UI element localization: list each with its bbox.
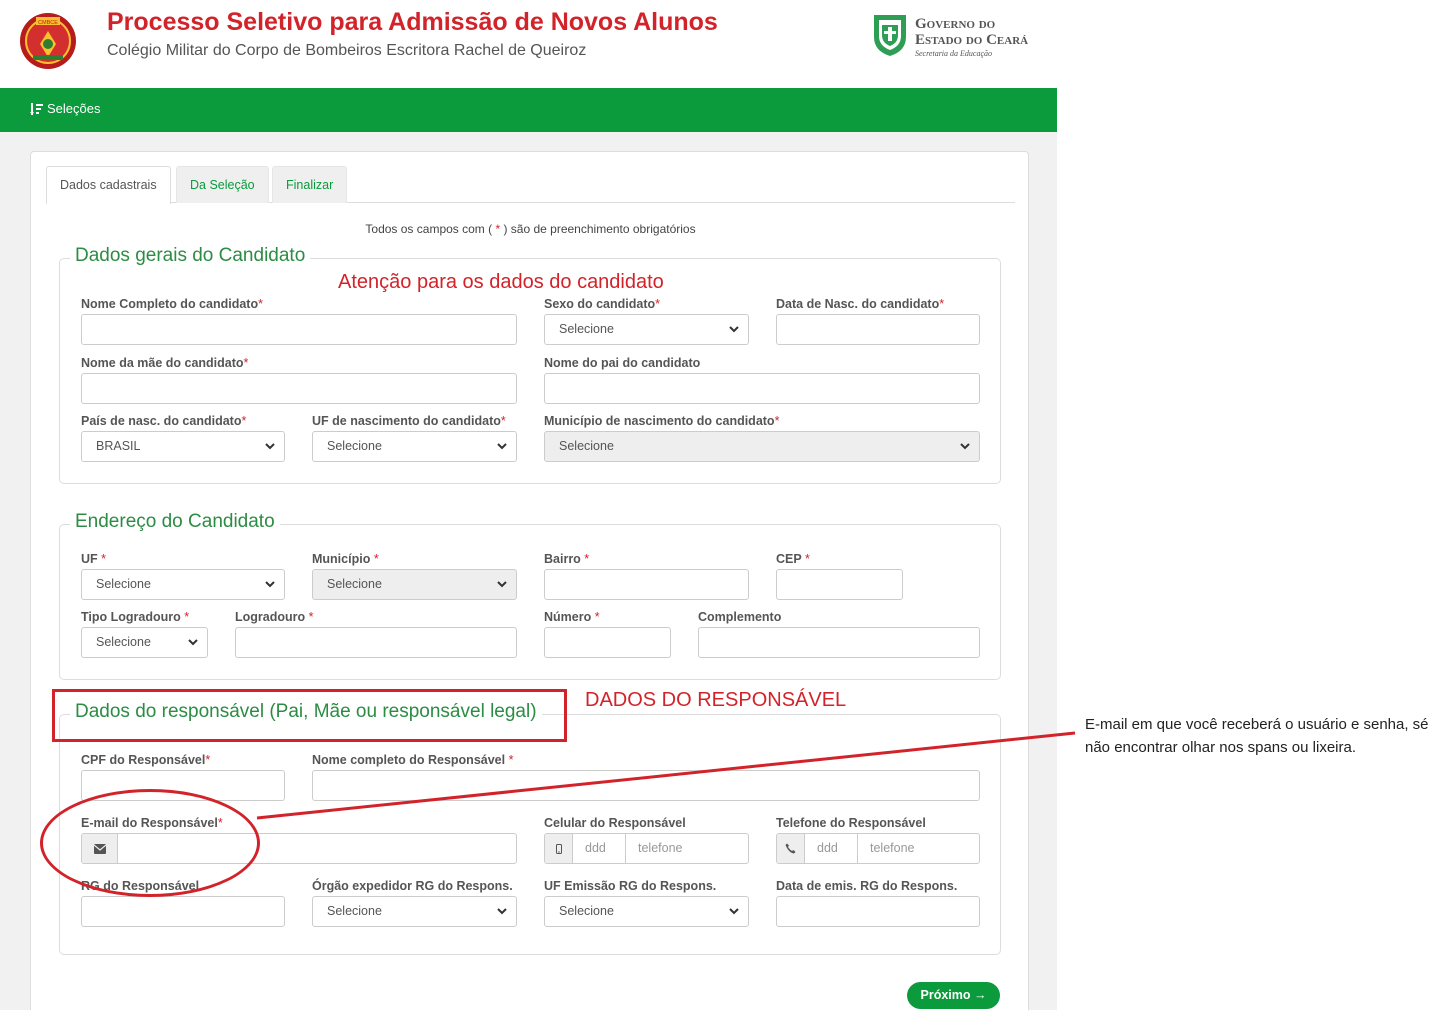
annotation-highlight-box xyxy=(52,689,567,742)
field-sexo-candidato: Sexo do candidato* Selecione xyxy=(544,297,749,345)
chevron-down-icon xyxy=(188,639,198,646)
municipio-endereco-select[interactable]: Selecione xyxy=(312,569,517,600)
pais-nasc-select[interactable]: BRASIL xyxy=(81,431,285,462)
field-complemento: Complemento xyxy=(698,610,980,658)
field-telefone-responsavel: Telefone do Responsável ddd telefone xyxy=(776,816,980,864)
telefone-ddd[interactable]: ddd xyxy=(805,834,858,863)
field-nome-pai: Nome do pai do candidato xyxy=(544,356,980,404)
field-municipio-nasc: Município de nascimento do candidato* Se… xyxy=(544,414,980,462)
uf-endereco-select[interactable]: Selecione xyxy=(81,569,285,600)
annotation-dados-responsavel: DADOS DO RESPONSÁVEL xyxy=(585,689,847,711)
navbar: Seleções xyxy=(0,88,1057,132)
phone-icon xyxy=(785,843,796,854)
tab-da-selecao[interactable]: Da Seleção xyxy=(176,166,269,203)
annotation-atencao: Atenção para os dados do candidato xyxy=(338,271,664,293)
government-seal-icon xyxy=(874,15,906,56)
celular-ddd[interactable]: ddd xyxy=(573,834,626,863)
bairro-input[interactable] xyxy=(544,569,749,600)
chevron-down-icon xyxy=(497,908,507,915)
field-nasc-candidato: Data de Nasc. do candidato* xyxy=(776,297,980,345)
complemento-input[interactable] xyxy=(698,627,980,658)
tab-finalizar[interactable]: Finalizar xyxy=(272,166,348,203)
sexo-candidato-select[interactable]: Selecione xyxy=(544,314,749,345)
tab-bar: Dados cadastrais Da Seleção Finalizar xyxy=(46,166,1015,204)
data-rg-input[interactable] xyxy=(776,896,980,927)
nav-selecoes[interactable]: Seleções xyxy=(30,101,100,116)
nome-mae-input[interactable] xyxy=(81,373,517,404)
chevron-down-icon xyxy=(729,908,739,915)
nome-candidato-input[interactable] xyxy=(81,314,517,345)
list-icon xyxy=(30,102,43,115)
page-title: Processo Seletivo para Admissão de Novos… xyxy=(107,8,718,36)
field-data-rg: Data de emis. RG do Respons. xyxy=(776,879,980,927)
field-bairro: Bairro * xyxy=(544,552,749,600)
annotation-side-note: E-mail em que você receberá o usuário e … xyxy=(1085,716,1429,756)
tipo-logradouro-select[interactable]: Selecione xyxy=(81,627,208,658)
field-uf-endereco: UF * Selecione xyxy=(81,552,285,600)
rg-responsavel-input[interactable] xyxy=(81,896,285,927)
chevron-down-icon xyxy=(960,443,970,450)
mobile-icon xyxy=(555,843,562,854)
field-uf-nasc: UF de nascimento do candidato* Selecione xyxy=(312,414,517,462)
nome-pai-input[interactable] xyxy=(544,373,980,404)
field-tipo-logradouro: Tipo Logradouro * Selecione xyxy=(81,610,208,658)
required-fields-note: Todos os campos com ( * ) são de preench… xyxy=(365,222,696,236)
uf-nasc-select[interactable]: Selecione xyxy=(312,431,517,462)
field-nome-responsavel: Nome completo do Responsável * xyxy=(312,753,980,801)
logradouro-input[interactable] xyxy=(235,627,517,658)
orgao-rg-select[interactable]: Selecione xyxy=(312,896,517,927)
government-name: Governo do Estado do Ceará Secretaria da… xyxy=(915,16,1029,58)
uf-rg-select[interactable]: Selecione xyxy=(544,896,749,927)
field-uf-rg: UF Emissão RG do Respons. Selecione xyxy=(544,879,749,927)
section-endereco-legend: Endereço do Candidato xyxy=(70,511,280,533)
field-logradouro: Logradouro * xyxy=(235,610,517,658)
nome-responsavel-input[interactable] xyxy=(312,770,980,801)
municipio-nasc-select[interactable]: Selecione xyxy=(544,431,980,462)
chevron-down-icon xyxy=(497,443,507,450)
annotation-email-circle xyxy=(40,789,260,897)
site-header: CMBCE Processo Seletivo para Admissão de… xyxy=(0,0,1057,88)
chevron-down-icon xyxy=(265,443,275,450)
chevron-down-icon xyxy=(729,326,739,333)
field-municipio-endereco: Município * Selecione xyxy=(312,552,517,600)
nasc-candidato-input[interactable] xyxy=(776,314,980,345)
cep-input[interactable] xyxy=(776,569,903,600)
section-endereco: Endereço do Candidato UF * Selecione Mun… xyxy=(59,511,1001,680)
school-logo-icon: CMBCE xyxy=(20,13,76,69)
svg-text:CMBCE: CMBCE xyxy=(38,20,58,26)
field-nome-candidato: Nome Completo do candidato* xyxy=(81,297,517,345)
tab-dados-cadastrais[interactable]: Dados cadastrais xyxy=(46,166,171,204)
chevron-down-icon xyxy=(497,581,507,588)
field-pais-nasc: País de nasc. do candidato* BRASIL xyxy=(81,414,285,462)
celular-numero[interactable]: telefone xyxy=(626,834,694,863)
field-cep: CEP * xyxy=(776,552,903,600)
page-subtitle: Colégio Militar do Corpo de Bombeiros Es… xyxy=(107,42,587,59)
field-nome-mae: Nome da mãe do candidato* xyxy=(81,356,517,404)
field-celular-responsavel: Celular do Responsável ddd telefone xyxy=(544,816,749,864)
next-button[interactable]: Próximo → xyxy=(907,982,1000,1009)
chevron-down-icon xyxy=(265,581,275,588)
field-numero: Número * xyxy=(544,610,671,658)
telefone-responsavel-input[interactable]: ddd telefone xyxy=(776,833,980,864)
section-candidato-legend: Dados gerais do Candidato xyxy=(70,245,311,267)
numero-input[interactable] xyxy=(544,627,671,658)
field-orgao-rg: Órgão expedidor RG do Respons. Selecione xyxy=(312,879,517,927)
telefone-numero[interactable]: telefone xyxy=(858,834,926,863)
celular-responsavel-input[interactable]: ddd telefone xyxy=(544,833,749,864)
